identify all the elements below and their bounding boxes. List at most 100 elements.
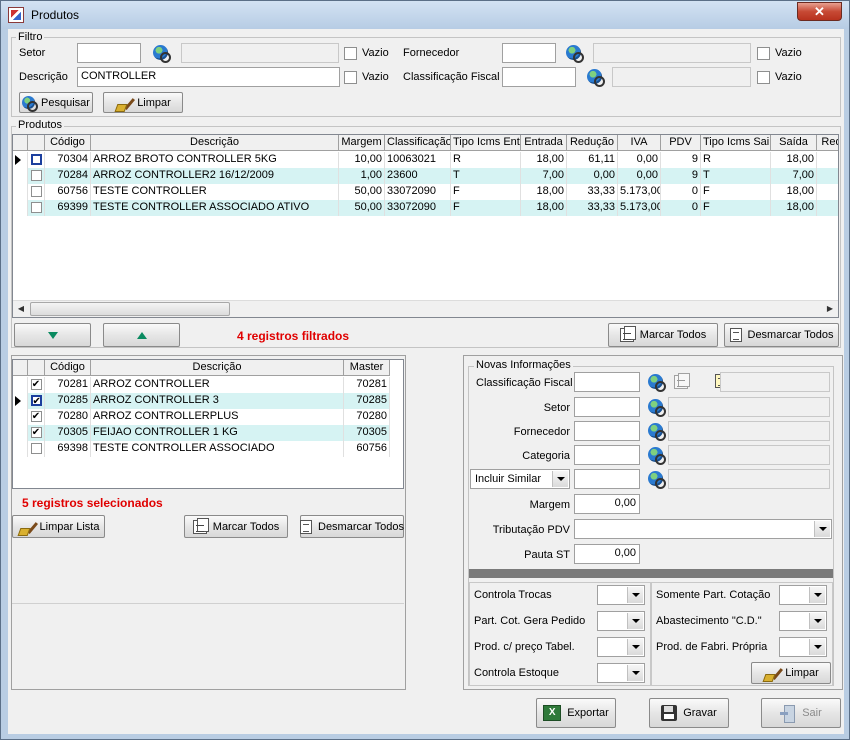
somente-part-cotacao-select[interactable] [779, 585, 827, 605]
list-item[interactable]: ✔ 70281 ARROZ CONTROLLER 70281 [13, 377, 390, 393]
setor-search-icon[interactable] [153, 45, 171, 63]
nova-categoria-input[interactable] [574, 445, 640, 465]
row-checkbox[interactable]: ✔ [30, 394, 42, 406]
list-item[interactable]: 69398 TESTE CONTROLLER ASSOCIADO 60756 [13, 441, 390, 457]
novo-setor-input[interactable] [574, 397, 640, 417]
chevron-down-icon[interactable] [627, 665, 643, 681]
row-checkbox[interactable] [30, 169, 42, 181]
table-row[interactable]: 70304 ARROZ BROTO CONTROLLER 5KG 10,00 1… [13, 152, 838, 168]
gravar-button[interactable]: Gravar [649, 698, 729, 728]
controla-estoque-select[interactable] [597, 663, 645, 683]
margem-input[interactable]: 0,00 [574, 494, 640, 514]
col-header-descricao[interactable]: Descrição [91, 135, 339, 151]
row-checkbox[interactable] [30, 185, 42, 197]
nova-categoria-search-icon[interactable] [648, 447, 666, 465]
fornecedor-search-icon[interactable] [566, 45, 584, 63]
table-row[interactable]: 69399 TESTE CONTROLLER ASSOCIADO ATIVO 5… [13, 200, 838, 216]
row-checkbox-cell[interactable]: ✔ [28, 409, 45, 425]
similar-search-icon[interactable] [648, 471, 666, 489]
chevron-down-icon[interactable] [809, 613, 825, 629]
row-checkbox-cell[interactable]: ✔ [28, 393, 45, 409]
col-header-codigo[interactable]: Código [45, 360, 91, 376]
col-header-tipo-icms-ent[interactable]: Tipo Icms Ent [451, 135, 521, 151]
move-down-button[interactable] [14, 323, 91, 347]
fornecedor-vazio-checkbox[interactable] [757, 47, 770, 60]
col-header-descricao[interactable]: Descrição [91, 360, 344, 376]
filtro-limpar-button[interactable]: Limpar [103, 92, 183, 113]
similar-input[interactable] [574, 469, 640, 489]
tributacao-pdv-select[interactable] [574, 519, 832, 539]
list-item[interactable]: ✔ 70285 ARROZ CONTROLLER 3 70285 [13, 393, 390, 409]
close-button[interactable]: ✕ [797, 2, 842, 21]
limpar-lista-button[interactable]: Limpar Lista [12, 515, 105, 538]
classificacao-search-icon[interactable] [587, 69, 605, 87]
setor-vazio-checkbox[interactable] [344, 47, 357, 60]
chevron-down-icon[interactable] [809, 587, 825, 603]
chevron-down-icon[interactable] [552, 471, 568, 487]
novas-limpar-button[interactable]: Limpar [751, 662, 831, 684]
classificacao-input[interactable] [502, 67, 576, 87]
pesquisar-button[interactable]: Pesquisar [19, 92, 93, 113]
nova-classificacao-search-icon[interactable] [648, 374, 666, 392]
selecionados-desmarcar-todos-button[interactable]: Desmarcar Todos [300, 515, 404, 538]
row-checkbox-cell[interactable]: ✔ [28, 377, 45, 393]
selecionados-grid[interactable]: Código Descrição Master ✔ 70281 ARROZ CO… [12, 359, 404, 489]
row-checkbox[interactable] [30, 201, 42, 213]
col-header-master[interactable]: Master [344, 360, 390, 376]
row-checkbox-cell[interactable]: ✔ [28, 425, 45, 441]
list-item[interactable]: ✔ 70280 ARROZ CONTROLLERPLUS 70280 [13, 409, 390, 425]
prod-fabri-propria-select[interactable] [779, 637, 827, 657]
move-up-button[interactable] [103, 323, 180, 347]
novo-setor-search-icon[interactable] [648, 399, 666, 417]
setor-input[interactable] [77, 43, 141, 63]
col-header-codigo[interactable]: Código [45, 135, 91, 151]
prod-preco-tabel-select[interactable] [597, 637, 645, 657]
row-checkbox-cell[interactable] [28, 168, 45, 184]
classificacao-vazio-checkbox[interactable] [757, 71, 770, 84]
chevron-down-icon[interactable] [627, 587, 643, 603]
row-checkbox[interactable] [30, 153, 42, 165]
col-header-pdv[interactable]: PDV [661, 135, 701, 151]
controla-trocas-select[interactable] [597, 585, 645, 605]
col-header-tipo-icms-sai[interactable]: Tipo Icms Sai [701, 135, 771, 151]
incluir-similar-select[interactable]: Incluir Similar [470, 469, 570, 489]
row-checkbox[interactable]: ✔ [30, 378, 42, 390]
produtos-grid[interactable]: Código Descrição Margem Classificação Ti… [12, 134, 839, 318]
descricao-vazio-checkbox[interactable] [344, 71, 357, 84]
col-header-entrada[interactable]: Entrada [521, 135, 567, 151]
marcar-todos-button[interactable]: Marcar Todos [608, 323, 718, 347]
nova-classificacao-input[interactable] [574, 372, 640, 392]
abastecimento-cd-select[interactable] [779, 611, 827, 631]
table-row[interactable]: 70284 ARROZ CONTROLLER2 16/12/2009 1,00 … [13, 168, 838, 184]
col-header-red[interactable]: Red [817, 135, 838, 151]
part-cot-gera-pedido-select[interactable] [597, 611, 645, 631]
row-checkbox[interactable]: ✔ [30, 410, 42, 422]
scroll-thumb[interactable] [30, 302, 230, 316]
novo-fornecedor-input[interactable] [574, 421, 640, 441]
row-checkbox-cell[interactable] [28, 441, 45, 457]
exportar-button[interactable]: X Exportar [536, 698, 616, 728]
row-checkbox-cell[interactable] [28, 200, 45, 216]
title-bar[interactable]: Produtos ✕ [1, 1, 849, 29]
pauta-st-input[interactable]: 0,00 [574, 544, 640, 564]
desmarcar-todos-button[interactable]: Desmarcar Todos [724, 323, 839, 347]
col-header-saida[interactable]: Saída [771, 135, 817, 151]
col-header-classificacao[interactable]: Classificação [385, 135, 451, 151]
col-header-iva[interactable]: IVA [618, 135, 661, 151]
row-checkbox-cell[interactable] [28, 184, 45, 200]
row-checkbox[interactable]: ✔ [30, 426, 42, 438]
novo-fornecedor-search-icon[interactable] [648, 423, 666, 441]
col-header-margem[interactable]: Margem [339, 135, 385, 151]
chevron-down-icon[interactable] [814, 521, 830, 537]
table-row[interactable]: 60756 TESTE CONTROLLER 50,00 33072090 F … [13, 184, 838, 200]
col-header-reducao[interactable]: Redução [567, 135, 618, 151]
list-item[interactable]: ✔ 70305 FEIJAO CONTROLLER 1 KG 70305 [13, 425, 390, 441]
fornecedor-input[interactable] [502, 43, 556, 63]
scroll-right-button[interactable]: ▶ [822, 301, 838, 317]
chevron-down-icon[interactable] [809, 639, 825, 655]
copy-icon[interactable] [674, 373, 690, 389]
scroll-left-button[interactable]: ◀ [13, 301, 29, 317]
row-checkbox[interactable] [30, 442, 42, 454]
sair-button[interactable]: Sair [761, 698, 841, 728]
row-checkbox-cell[interactable] [28, 152, 45, 168]
